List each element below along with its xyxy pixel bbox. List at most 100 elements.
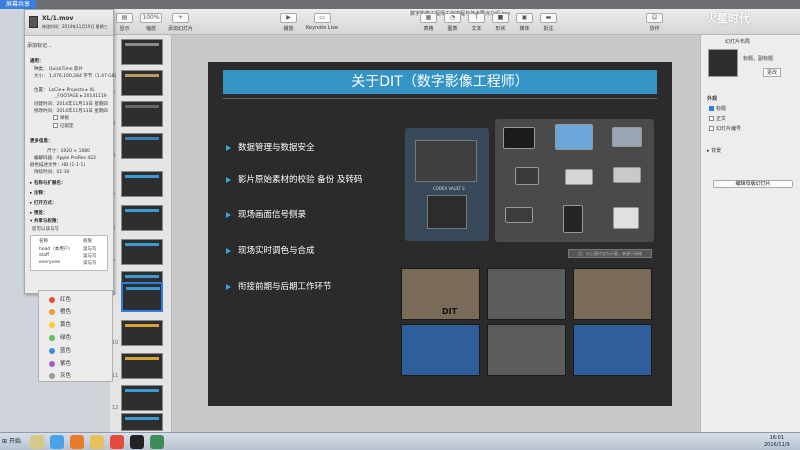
file-name: XL/1.mov <box>42 15 74 22</box>
watermark-logo: 火星时代 <box>706 12 750 25</box>
comments-section[interactable]: ▸ 注释： <box>30 190 47 196</box>
slide-thumbnail[interactable] <box>121 413 163 431</box>
slide-canvas[interactable]: 关于DIT（数字影像工程师） 数据管理与数据安全 影片原始素材的校验 备份 及转… <box>172 35 700 432</box>
system-clock[interactable]: 16:01 2016/11/9 <box>764 435 790 449</box>
edit-master-button[interactable]: 编辑母版幻灯片 <box>713 180 793 188</box>
stationery-checkbox[interactable]: 样板 <box>53 115 69 121</box>
file-location-cont: _FOOTAGE ▸ 20141119 <box>55 94 107 99</box>
layout-thumbnail[interactable] <box>708 49 738 77</box>
collaborate-button[interactable]: ☺ 协作 <box>646 13 663 32</box>
layout-name: 标题，副标题 <box>743 56 774 62</box>
comment-icon: ▬ <box>540 13 557 23</box>
screen-share-label[interactable]: 屏幕共享 <box>0 0 37 9</box>
mac-pro-image <box>503 127 535 149</box>
tag-item[interactable]: 灰色 <box>49 371 71 379</box>
slide-thumbnail[interactable] <box>121 70 163 96</box>
file-info-window[interactable]: XL/1.mov 修改时间：2014年11月19日 星期三 添加标记... 通用… <box>24 9 119 294</box>
control-panel-photo[interactable] <box>487 324 566 376</box>
change-layout-button[interactable]: 更改 <box>763 68 782 77</box>
bullet-item[interactable]: 数据管理与数据安全 <box>226 141 315 153</box>
table-button[interactable]: ▦ 表格 <box>420 13 437 32</box>
slide-thumbnail[interactable] <box>121 353 163 379</box>
ie-icon[interactable] <box>50 435 64 449</box>
text-button[interactable]: T 文本 <box>468 13 485 32</box>
chart-button[interactable]: ◔ 图表 <box>444 13 461 32</box>
comment-button[interactable]: ▬ 批注 <box>540 13 557 32</box>
add-slide-button[interactable]: + 添加幻灯片 <box>168 13 193 32</box>
slide-thumbnail[interactable] <box>121 205 163 231</box>
slide-thumbnail[interactable] <box>121 133 163 159</box>
laptop-image <box>612 127 642 147</box>
table-row[interactable]: hoad（本用户） <box>39 246 73 252</box>
keynote-live-button[interactable]: ▭ Keynote Live <box>306 13 338 31</box>
terminal-icon[interactable] <box>130 435 144 449</box>
storage-gear-image[interactable] <box>495 119 654 242</box>
slide-thumbnail[interactable] <box>121 101 163 127</box>
permissions-table[interactable]: 名称 权限 hoad（本用户） 读与写 staff 读与写 everyone 读… <box>30 235 108 271</box>
slide-title[interactable]: 关于DIT（数字影像工程师） <box>223 70 657 94</box>
preview-section[interactable]: ▸ 预览： <box>30 210 47 216</box>
general-section[interactable]: 通用： <box>30 58 44 64</box>
chrome-icon[interactable] <box>110 435 124 449</box>
sharing-section[interactable]: ▾ 共享与权限： <box>30 218 61 224</box>
table-row[interactable]: staff <box>39 253 49 258</box>
background-section[interactable]: ▸ 背景 <box>707 147 721 154</box>
app-icon[interactable] <box>30 435 44 449</box>
table-row[interactable]: 读与写 <box>83 253 97 259</box>
more-info-section[interactable]: 更多信息： <box>30 138 53 144</box>
monitors-photo[interactable] <box>487 268 566 320</box>
bullet-item[interactable]: 影片原始素材的校验 备份 及转码 <box>226 173 362 185</box>
slide-thumbnail[interactable] <box>121 385 163 411</box>
play-button[interactable]: ▶ 播放 <box>280 13 297 32</box>
slide-thumbnail[interactable] <box>121 171 163 197</box>
slide-thumbnail[interactable] <box>121 239 163 265</box>
tag-item[interactable]: 红色 <box>49 295 71 303</box>
tag-item[interactable]: 蓝色 <box>49 346 71 354</box>
table-row[interactable]: 读与写 <box>83 246 97 252</box>
tag-item[interactable]: 紫色 <box>49 359 71 367</box>
tag-item[interactable]: 绿色 <box>49 333 71 341</box>
body-checkbox[interactable]: 正文 <box>709 115 726 122</box>
dit-photo[interactable]: DIT <box>401 268 480 320</box>
slide-navigator[interactable]: 1 2 3 4 5 6 7 8 10 11 12 <box>110 35 172 432</box>
inspector-panel: 幻灯片布局 标题，副标题 更改 外观 标题 正文 幻灯片编号 ▸ 背景 编辑母版… <box>700 35 800 432</box>
folder-icon[interactable] <box>90 435 104 449</box>
colorist-photo[interactable] <box>573 324 652 376</box>
open-with-section[interactable]: ▸ 打开方式： <box>30 200 56 206</box>
current-slide[interactable]: 关于DIT（数字影像工程师） 数据管理与数据安全 影片原始素材的校验 备份 及转… <box>208 62 672 406</box>
file-created: 创建时间：2014年11月13日 星期四 <box>34 102 108 107</box>
table-row[interactable]: everyone <box>39 260 60 265</box>
shape-button[interactable]: ■ 形状 <box>492 13 509 32</box>
raid-image <box>613 167 641 183</box>
card-image <box>563 205 583 233</box>
file-kind: 种类： QuickTime 影片 <box>34 67 84 72</box>
media-button[interactable]: ▣ 媒体 <box>516 13 533 32</box>
view-button[interactable]: ▤ 显示 <box>116 13 133 32</box>
bullet-item[interactable]: 衔接前期与后期工作环节 <box>226 280 332 292</box>
slide-thumbnail-selected[interactable] <box>121 282 163 312</box>
table-row[interactable]: 读与写 <box>83 260 97 266</box>
title-checkbox[interactable]: 标题 <box>709 105 726 112</box>
start-button[interactable]: ⊞ 开始 <box>2 435 24 448</box>
bullet-item[interactable]: 现场实时调色与合成 <box>226 244 315 256</box>
remote-desktop-icon[interactable] <box>150 435 164 449</box>
zoom-button[interactable]: 100% 缩放 <box>140 13 162 32</box>
firefox-icon[interactable] <box>70 435 84 449</box>
tag-color-dot <box>49 321 55 328</box>
play-icon: ▶ <box>280 13 297 23</box>
tag-color-dot <box>49 360 55 367</box>
crew-photo[interactable] <box>573 268 652 320</box>
tag-item[interactable]: 橙色 <box>49 307 71 315</box>
workstation-photo[interactable] <box>401 324 480 376</box>
bullet-item[interactable]: 现场画面信号侧录 <box>226 208 306 220</box>
checkbox-icon <box>53 115 58 120</box>
slide-number-checkbox[interactable]: 幻灯片编号 <box>709 125 741 132</box>
comments-placeholder[interactable]: 添加标记... <box>27 42 52 49</box>
slide-thumbnail[interactable] <box>121 320 163 346</box>
slide-thumbnail[interactable] <box>121 39 163 65</box>
locked-checkbox[interactable]: 已锁定 <box>53 123 74 129</box>
name-ext-section[interactable]: ▸ 名称与扩展名： <box>30 180 65 186</box>
tag-color-dot <box>49 296 55 303</box>
codex-device-image[interactable]: CODEX VAULT S <box>405 128 489 241</box>
tag-item[interactable]: 黄色 <box>49 320 71 328</box>
